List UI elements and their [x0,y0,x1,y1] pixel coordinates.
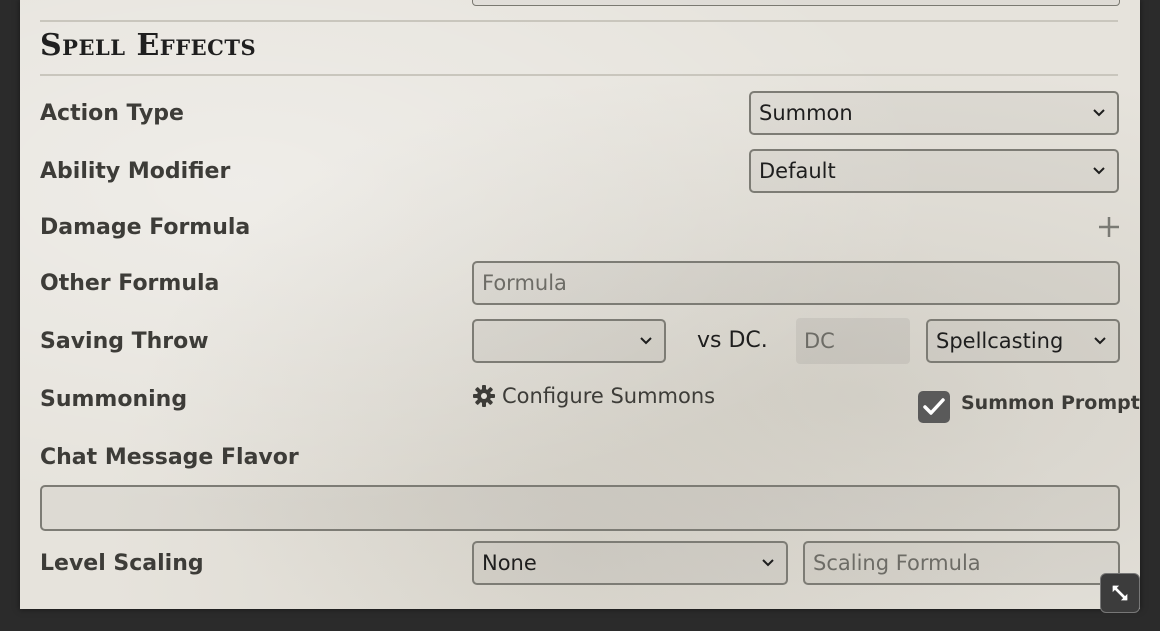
saving-throw-ability-select[interactable] [472,319,666,363]
level-scaling-value: None [482,551,537,575]
divider [40,20,1118,22]
other-formula-placeholder: Formula [482,271,567,295]
dc-mode-value: Spellcasting [936,329,1064,353]
dc-placeholder: DC [804,329,835,353]
section-divider [40,74,1118,76]
action-type-label: Action Type [40,101,184,126]
level-scaling-select[interactable]: None [472,541,788,585]
chevron-down-icon [1093,167,1105,175]
scaling-formula-input[interactable]: Scaling Formula [803,541,1120,585]
ability-modifier-label: Ability Modifier [40,159,231,184]
action-type-value: Summon [759,101,853,125]
chevron-down-icon [1094,337,1106,345]
summon-prompt-checkbox[interactable] [918,391,950,423]
chat-flavor-label: Chat Message Flavor [40,445,299,470]
chevron-down-icon [640,337,652,345]
chevron-down-icon [762,559,774,567]
scaling-formula-placeholder: Scaling Formula [813,551,981,575]
damage-formula-label: Damage Formula [40,215,251,240]
chevron-down-icon [1093,109,1105,117]
gear-icon [473,385,495,407]
dc-input[interactable]: DC [796,318,910,364]
level-scaling-label: Level Scaling [40,551,204,576]
summoning-label: Summoning [40,387,188,412]
configure-summons-label: Configure Summons [502,384,716,408]
dc-mode-select[interactable]: Spellcasting [926,319,1120,363]
other-formula-label: Other Formula [40,271,220,296]
ability-modifier-select[interactable]: Default [749,149,1119,193]
vs-dc-label: vs DC. [697,328,768,353]
action-type-select[interactable]: Summon [749,91,1119,135]
configure-summons-button[interactable]: Configure Summons [472,384,715,408]
checkmark-icon [923,398,945,415]
item-sheet-window: Spell Effects Action Type Summon Ability… [20,0,1140,609]
other-formula-input[interactable]: Formula [472,261,1120,305]
section-title: Spell Effects [40,28,257,63]
saving-throw-label: Saving Throw [40,329,209,354]
plus-icon[interactable] [1095,213,1123,241]
resize-handle-icon[interactable] [1100,573,1140,613]
resize-arrows-icon [1112,585,1128,601]
previous-field-input[interactable] [472,0,1120,6]
chat-flavor-input[interactable] [40,485,1120,531]
ability-modifier-value: Default [759,159,836,183]
summon-prompt-label: Summon Prompt [961,392,1140,414]
